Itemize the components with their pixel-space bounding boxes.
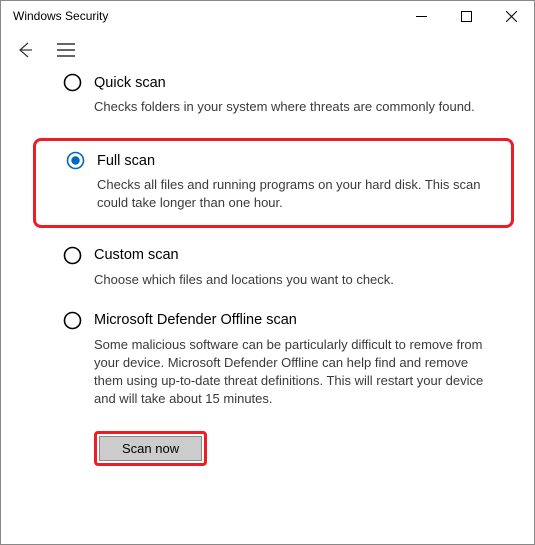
radio-custom[interactable] xyxy=(63,246,82,265)
scan-now-highlight: Scan now xyxy=(94,431,207,466)
radio-quick[interactable] xyxy=(63,73,82,92)
action-area: Scan now xyxy=(63,431,502,466)
scan-options-panel: Quick scan Checks folders in your system… xyxy=(1,69,534,466)
scan-option-desc: Checks folders in your system where thre… xyxy=(63,98,496,116)
minimize-button[interactable] xyxy=(399,1,444,31)
scan-option-label: Custom scan xyxy=(94,247,179,263)
scan-option-desc: Some malicious software can be particula… xyxy=(63,336,496,409)
scan-option-label: Quick scan xyxy=(94,75,166,91)
scan-option-quick: Quick scan Checks folders in your system… xyxy=(63,73,502,116)
scan-option-offline: Microsoft Defender Offline scan Some mal… xyxy=(63,311,502,409)
scan-option-custom: Custom scan Choose which files and locat… xyxy=(63,246,502,289)
scan-option-desc: Choose which files and locations you wan… xyxy=(63,271,496,289)
back-icon[interactable] xyxy=(15,40,35,60)
hamburger-icon[interactable] xyxy=(57,43,75,57)
scan-option-label: Microsoft Defender Offline scan xyxy=(94,312,297,328)
scan-option-label: Full scan xyxy=(97,153,155,169)
window-title: Windows Security xyxy=(13,9,108,23)
radio-offline[interactable] xyxy=(63,311,82,330)
nav-row xyxy=(1,31,534,69)
scan-option-desc: Checks all files and running programs on… xyxy=(66,176,497,212)
window-controls xyxy=(399,1,534,31)
radio-full[interactable] xyxy=(66,151,85,170)
titlebar: Windows Security xyxy=(1,1,534,31)
close-button[interactable] xyxy=(489,1,534,31)
maximize-button[interactable] xyxy=(444,1,489,31)
scan-option-full: Full scan Checks all files and running p… xyxy=(33,138,514,227)
scan-now-button[interactable]: Scan now xyxy=(99,436,202,461)
